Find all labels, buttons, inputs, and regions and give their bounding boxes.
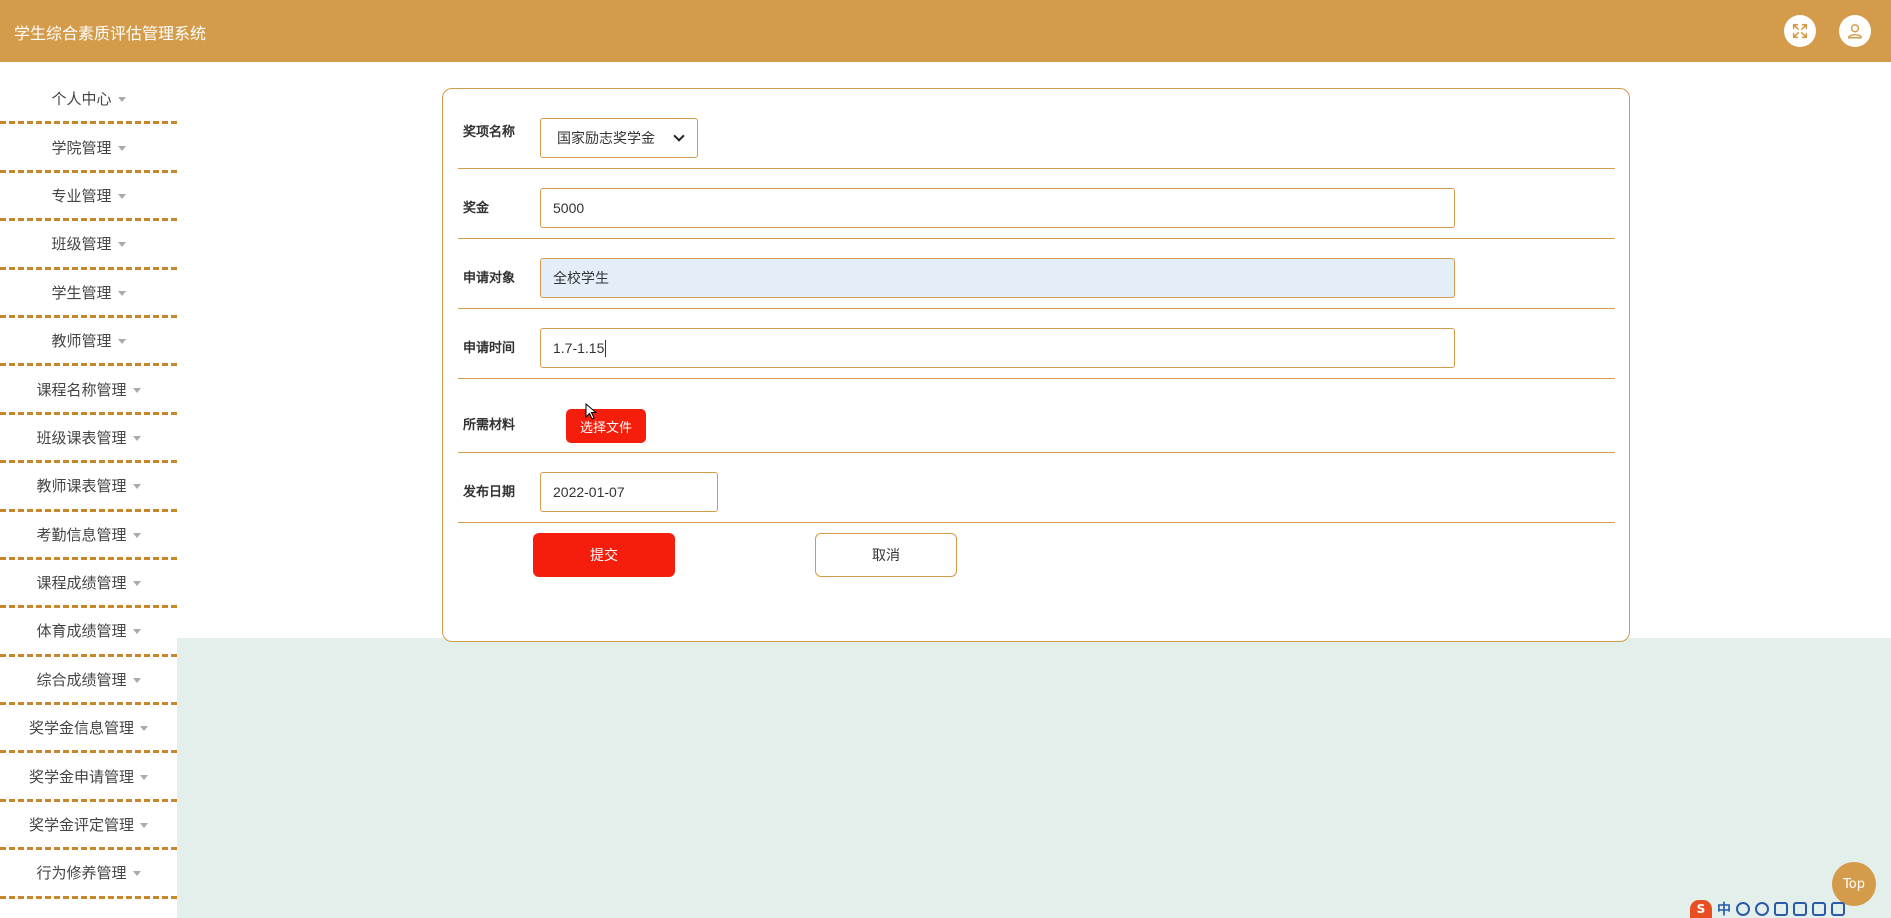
submit-button[interactable]: 提交 xyxy=(533,533,675,577)
user-icon xyxy=(1847,24,1863,39)
fullscreen-button[interactable] xyxy=(1784,15,1816,47)
caret-down-icon xyxy=(117,290,126,296)
sidebar-item-label: 专业管理 xyxy=(51,186,112,205)
publish-date-value: 2022-01-07 xyxy=(553,484,625,500)
mouse-cursor-icon xyxy=(585,403,597,420)
sidebar-item-label: 考勤信息管理 xyxy=(36,525,127,544)
sidebar-item-scholarship-apply[interactable]: 奖学金申请管理 xyxy=(0,753,177,802)
caret-down-icon xyxy=(117,339,126,345)
caret-down-icon xyxy=(140,823,148,829)
sidebar-item-class[interactable]: 班级管理 xyxy=(0,221,177,270)
caret-down-icon xyxy=(132,484,141,490)
sidebar-item-label: 综合成绩管理 xyxy=(36,670,127,689)
caret-down-icon xyxy=(132,387,141,393)
sidebar-item-label: 教师课表管理 xyxy=(36,477,127,496)
sidebar-item-class-schedule[interactable]: 班级课表管理 xyxy=(0,415,177,464)
toolbox-icon[interactable] xyxy=(1831,902,1845,916)
caret-down-icon xyxy=(117,145,126,151)
sidebar-item-label: 学生管理 xyxy=(51,283,112,302)
top-bar: 学生综合素质评估管理系统 xyxy=(0,0,1891,62)
sidebar-item-personal-center[interactable]: 个人中心 xyxy=(0,76,177,125)
form-row-apply-time: 申请时间 1.7-1.15 xyxy=(458,309,1615,379)
sidebar-item-college[interactable]: 学院管理 xyxy=(0,124,177,173)
materials-label: 所需材料 xyxy=(463,418,516,433)
publish-date-label: 发布日期 xyxy=(463,485,516,500)
caret-down-icon xyxy=(132,871,141,877)
sidebar-item-course-grades[interactable]: 课程成绩管理 xyxy=(0,560,177,609)
ime-logo[interactable]: S xyxy=(1690,900,1712,918)
apply-time-input[interactable]: 1.7-1.15 xyxy=(540,328,1455,368)
caret-down-icon xyxy=(132,581,141,587)
sidebar-item-major[interactable]: 专业管理 xyxy=(0,173,177,222)
form-row-publish-date: 发布日期 2022-01-07 xyxy=(458,453,1615,523)
sidebar-item-scholarship-info[interactable]: 奖学金信息管理 xyxy=(0,705,177,754)
cancel-button[interactable]: 取消 xyxy=(815,533,957,577)
sidebar-item-student[interactable]: 学生管理 xyxy=(0,270,177,318)
sidebar-item-course-name[interactable]: 课程名称管理 xyxy=(0,366,177,415)
text-cursor xyxy=(605,339,607,357)
award-name-value: 国家励志奖学金 xyxy=(557,130,655,146)
form-row-target: 申请对象 全校学生 xyxy=(458,239,1615,309)
sidebar-item-label: 教师管理 xyxy=(51,332,112,351)
target-label: 申请对象 xyxy=(463,271,516,286)
sidebar-item-teacher[interactable]: 教师管理 xyxy=(0,318,177,367)
skin-icon[interactable] xyxy=(1812,902,1826,916)
app-title: 学生综合素质评估管理系统 xyxy=(14,24,207,43)
emoji-icon[interactable] xyxy=(1755,902,1769,916)
award-name-label: 奖项名称 xyxy=(463,125,516,140)
ime-language-toggle[interactable]: 中 xyxy=(1717,899,1731,918)
target-value: 全校学生 xyxy=(553,270,609,286)
sidebar-item-teacher-schedule[interactable]: 教师课表管理 xyxy=(0,463,177,512)
choose-file-button[interactable]: 选择文件 xyxy=(566,409,646,443)
caret-down-icon xyxy=(132,677,141,683)
sidebar-item-label: 行为修养管理 xyxy=(36,864,127,883)
scholarship-form: 奖项名称 国家励志奖学金 奖金 5000 申请对象 全校学生 申请时间 1.7-… xyxy=(442,88,1630,642)
amount-label: 奖金 xyxy=(463,201,490,216)
sidebar-item-label: 体育成绩管理 xyxy=(36,622,127,641)
sidebar-item-label: 奖学金评定管理 xyxy=(28,816,134,835)
sidebar: 个人中心 学院管理 专业管理 班级管理 学生管理 教师管理 课程名称管理 班级课… xyxy=(0,76,177,899)
amount-value: 5000 xyxy=(553,200,585,216)
content-background xyxy=(177,638,1891,918)
sidebar-item-conduct[interactable]: 行为修养管理 xyxy=(0,850,177,899)
sidebar-item-attendance[interactable]: 考勤信息管理 xyxy=(0,512,177,560)
sidebar-item-scholarship-review[interactable]: 奖学金评定管理 xyxy=(0,802,177,851)
keyboard-icon[interactable] xyxy=(1793,902,1807,916)
target-input[interactable]: 全校学生 xyxy=(540,258,1455,298)
sidebar-item-label: 奖学金申请管理 xyxy=(28,767,134,786)
form-row-materials: 所需材料 选择文件 xyxy=(458,379,1615,453)
caret-down-icon xyxy=(117,97,126,103)
form-row-award-name: 奖项名称 国家励志奖学金 xyxy=(458,89,1615,169)
caret-down-icon xyxy=(132,435,141,441)
user-button[interactable] xyxy=(1839,15,1871,47)
punctuation-icon[interactable] xyxy=(1736,902,1750,916)
sidebar-item-overall-grades[interactable]: 综合成绩管理 xyxy=(0,657,177,706)
caret-down-icon xyxy=(140,774,148,780)
sidebar-item-label: 班级课表管理 xyxy=(36,428,127,447)
sidebar-item-label: 课程名称管理 xyxy=(36,380,127,399)
form-row-amount: 奖金 5000 xyxy=(458,169,1615,239)
caret-down-icon xyxy=(117,193,126,199)
publish-date-input[interactable]: 2022-01-07 xyxy=(540,472,718,512)
sidebar-item-label: 个人中心 xyxy=(51,90,112,109)
ime-toolbar: S 中 xyxy=(1690,900,1891,918)
sidebar-item-label: 学院管理 xyxy=(51,138,112,157)
award-name-select[interactable]: 国家励志奖学金 xyxy=(540,118,698,158)
sidebar-item-label: 班级管理 xyxy=(51,235,112,254)
amount-input[interactable]: 5000 xyxy=(540,188,1455,228)
caret-down-icon xyxy=(117,242,126,248)
caret-down-icon xyxy=(140,726,148,732)
expand-icon xyxy=(1792,23,1808,39)
apply-time-label: 申请时间 xyxy=(463,341,516,356)
apply-time-value: 1.7-1.15 xyxy=(553,340,605,356)
chevron-down-icon xyxy=(673,130,685,142)
caret-down-icon xyxy=(132,532,141,538)
sidebar-item-label: 课程成绩管理 xyxy=(36,574,127,593)
microphone-icon[interactable] xyxy=(1774,902,1788,916)
sidebar-item-label: 奖学金信息管理 xyxy=(28,719,134,738)
caret-down-icon xyxy=(132,629,141,635)
sidebar-item-pe-grades[interactable]: 体育成绩管理 xyxy=(0,608,177,657)
